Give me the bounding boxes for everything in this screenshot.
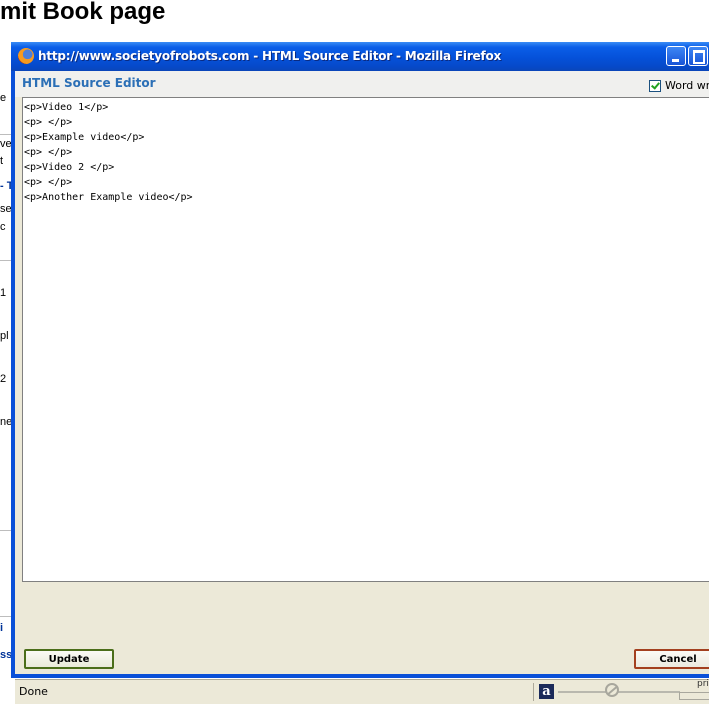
word-wrap-checkbox[interactable]	[649, 80, 661, 92]
editor-title: HTML Source Editor	[22, 76, 156, 90]
blocked-icon[interactable]	[605, 683, 619, 697]
bg-fragment: ve	[0, 138, 12, 150]
bg-fragment: i	[0, 622, 4, 634]
update-button[interactable]: Update	[24, 649, 114, 669]
slider-track	[558, 691, 680, 693]
source-textarea[interactable]: <p>Video 1</p> <p> </p> <p>Example video…	[22, 97, 709, 582]
alexa-icon[interactable]: a	[539, 684, 554, 699]
editor-header: HTML Source Editor Word wr	[15, 71, 709, 97]
status-panel	[679, 692, 709, 700]
status-divider	[533, 683, 534, 701]
bg-fragment: t	[0, 155, 4, 167]
word-wrap-label[interactable]: Word wr	[665, 79, 709, 92]
window-client: HTML Source Editor Word wr <p>Video 1</p…	[15, 71, 709, 704]
status-fragment: pri	[697, 679, 709, 689]
status-bar: Done a pri	[15, 679, 709, 704]
source-code[interactable]: <p>Video 1</p> <p> </p> <p>Example video…	[23, 98, 709, 207]
bg-fragment: 1	[0, 287, 7, 299]
html-source-editor-window: http://www.societyofrobots.com - HTML So…	[11, 42, 709, 704]
bg-fragment: e	[0, 92, 7, 104]
bg-fragment: pl	[0, 330, 9, 342]
window-titlebar[interactable]: http://www.societyofrobots.com - HTML So…	[11, 42, 709, 71]
bg-fragment: 2	[0, 373, 7, 385]
maximize-button[interactable]	[688, 46, 708, 66]
bg-fragment: c	[0, 221, 6, 233]
cancel-button[interactable]: Cancel	[634, 649, 709, 669]
minimize-button[interactable]	[666, 46, 686, 66]
status-text: Done	[19, 685, 48, 698]
window-title: http://www.societyofrobots.com - HTML So…	[38, 49, 502, 63]
bg-fragment: se	[0, 203, 12, 215]
firefox-icon	[18, 48, 34, 64]
page-title: mit Book page	[0, 0, 166, 25]
